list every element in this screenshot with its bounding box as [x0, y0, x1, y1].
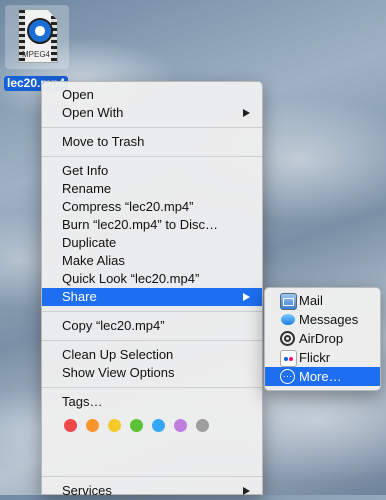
menu-item-share[interactable]: Share [42, 288, 262, 306]
menu-separator [42, 476, 262, 477]
tag-orange-button[interactable] [86, 418, 99, 432]
share-item-label: Flickr [299, 350, 331, 365]
share-item-label: Messages [299, 312, 359, 327]
menu-item-open-with[interactable]: Open With [42, 104, 262, 122]
menu-item-tags[interactable]: Tags… [42, 393, 262, 411]
menu-item-open[interactable]: Open [42, 86, 262, 104]
menu-item-services[interactable]: Services [42, 482, 262, 500]
messages-icon [280, 312, 295, 327]
flickr-pink-dot [289, 356, 293, 361]
menu-item-make-alias[interactable]: Make Alias [42, 252, 262, 270]
submenu-arrow-icon [243, 487, 250, 495]
menu-item-duplicate[interactable]: Duplicate [42, 234, 262, 252]
tag-yellow-button[interactable] [108, 418, 121, 432]
tag-red-button[interactable] [64, 418, 77, 432]
tag-color-row [42, 415, 262, 435]
menu-item-compress[interactable]: Compress “lec20.mp4” [42, 198, 262, 216]
menu-item-move-to-trash[interactable]: Move to Trash [42, 133, 262, 151]
quicktime-logo-icon [27, 18, 53, 44]
share-item-mail[interactable]: Mail [265, 291, 380, 310]
tag-green-button[interactable] [130, 418, 143, 432]
mail-icon [280, 293, 297, 310]
quicktime-movie-icon: MPEG4 [18, 9, 58, 63]
share-item-more[interactable]: ··· More… [265, 367, 380, 386]
share-item-airdrop[interactable]: AirDrop [265, 329, 380, 348]
menu-item-burn-to-disc[interactable]: Burn “lec20.mp4” to Disc… [42, 216, 262, 234]
flickr-blue-dot [284, 356, 288, 361]
menu-item-get-info[interactable]: Get Info [42, 162, 262, 180]
share-item-messages[interactable]: Messages [265, 310, 380, 329]
menu-spacer [42, 435, 262, 471]
tag-gray-button[interactable] [196, 418, 209, 432]
menu-item-rename[interactable]: Rename [42, 180, 262, 198]
tag-purple-button[interactable] [174, 418, 187, 432]
file-kind-label: MPEG4 [22, 50, 51, 59]
context-menu: Open Open With Move to Trash Get Info Re… [41, 81, 263, 498]
tag-blue-button[interactable] [152, 418, 165, 432]
menu-separator [42, 340, 262, 341]
share-item-label: Mail [299, 293, 323, 308]
menu-separator [42, 127, 262, 128]
flickr-icon [280, 350, 297, 367]
share-item-label: More… [299, 369, 342, 384]
menu-separator [42, 311, 262, 312]
airdrop-icon [280, 331, 295, 346]
menu-item-clean-up-selection[interactable]: Clean Up Selection [42, 346, 262, 364]
submenu-arrow-icon [243, 293, 250, 301]
share-item-flickr[interactable]: Flickr [265, 348, 380, 367]
menu-item-copy[interactable]: Copy “lec20.mp4” [42, 317, 262, 335]
menu-item-label: Share [62, 289, 97, 304]
share-item-label: AirDrop [299, 331, 344, 346]
menu-item-show-view-options[interactable]: Show View Options [42, 364, 262, 382]
share-submenu: Mail Messages AirDrop Flickr ··· More… [264, 287, 381, 391]
menu-item-label: Open With [62, 105, 124, 120]
menu-item-quick-look[interactable]: Quick Look “lec20.mp4” [42, 270, 262, 288]
file-icon[interactable]: MPEG4 [5, 5, 69, 69]
submenu-arrow-icon [243, 109, 250, 117]
more-icon: ··· [280, 369, 295, 384]
menu-separator [42, 156, 262, 157]
menu-separator [42, 387, 262, 388]
menu-item-label: Services [62, 483, 112, 498]
